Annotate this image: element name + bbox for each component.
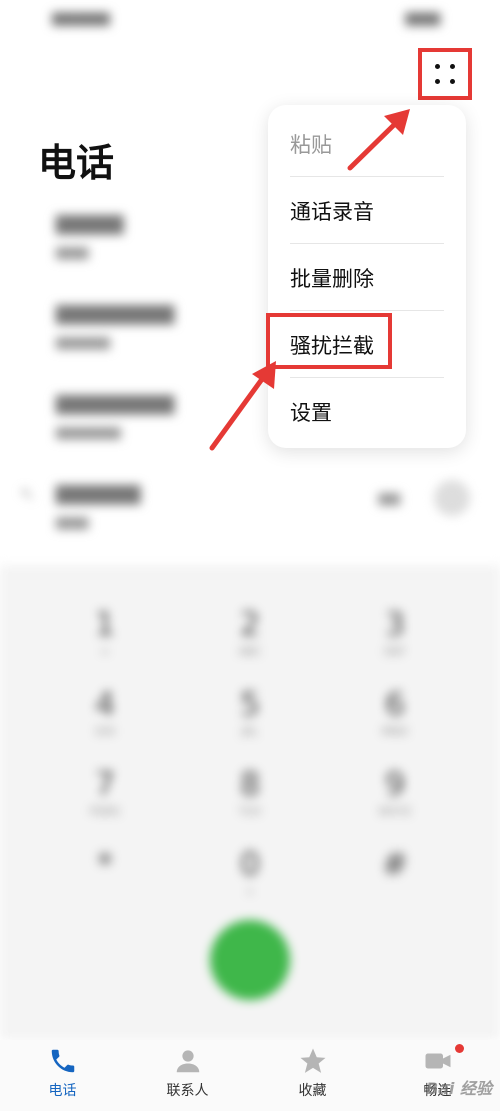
nav-label: 收藏 <box>298 1083 327 1099</box>
nav-tab-favorites[interactable]: 收藏 <box>250 1040 375 1111</box>
meetime-icon <box>425 1053 450 1069</box>
watermark: Bai 经验 <box>425 1079 492 1098</box>
notification-badge <box>455 1044 464 1053</box>
nav-tab-contacts[interactable]: 联系人 <box>125 1040 250 1111</box>
nav-label: 电话 <box>48 1083 77 1099</box>
nav-label: 联系人 <box>166 1083 209 1099</box>
person-icon <box>176 1050 199 1073</box>
phone-icon <box>51 1049 74 1073</box>
arrow-to-more-button <box>347 109 410 171</box>
arrow-to-harassment-block <box>209 361 276 451</box>
bottom-navigation: 电话 联系人 收藏 畅连 Bai 经验 <box>0 1040 500 1111</box>
star-icon <box>300 1048 325 1073</box>
annotation-arrows <box>209 109 410 451</box>
nav-tab-phone[interactable]: 电话 <box>0 1040 125 1111</box>
